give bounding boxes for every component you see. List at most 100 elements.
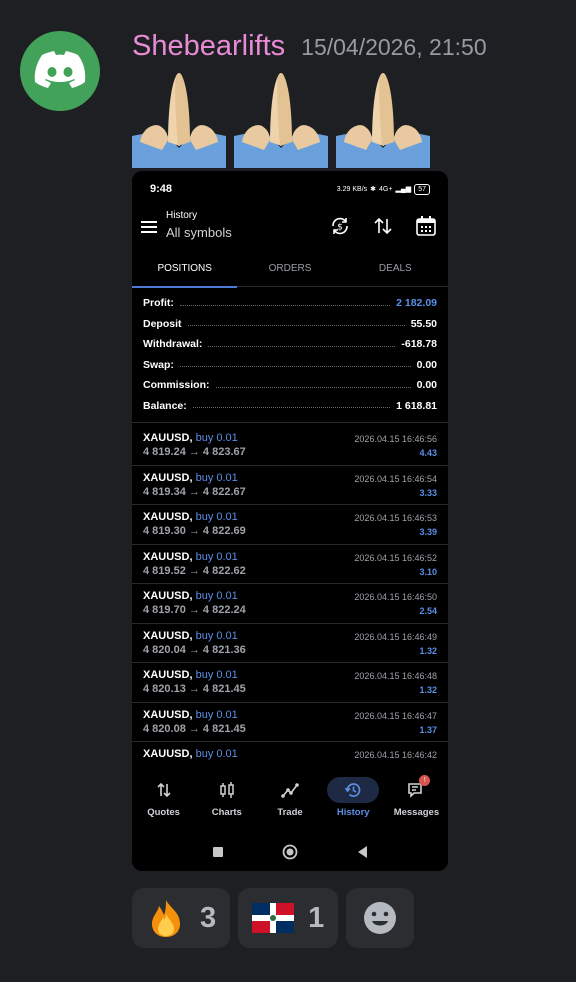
- add-reaction-button[interactable]: [346, 888, 415, 948]
- deal-time: 2026.04.15 16:46:50: [354, 592, 437, 602]
- summary-value: 1 618.81: [396, 399, 437, 412]
- deal-symbol: XAUUSD,: [143, 471, 193, 484]
- symbol-filter[interactable]: All symbols: [166, 225, 232, 240]
- nav-charts[interactable]: Charts: [195, 767, 258, 829]
- history-icon: [345, 783, 361, 797]
- summary-label: Commission:: [143, 379, 210, 392]
- nav-history[interactable]: History: [322, 767, 385, 829]
- tab-deals[interactable]: DEALS: [343, 255, 448, 286]
- deal-prices: 4 819.70 → 4 822.24: [143, 604, 246, 616]
- dot-leader: [192, 407, 391, 409]
- deal-type: buy 0.01: [195, 511, 238, 523]
- reactions-bar: 3 1: [132, 888, 415, 948]
- trade-icon: [281, 783, 299, 798]
- deal-header: XAUUSD, buy 0.01: [143, 511, 238, 523]
- deal-row[interactable]: XAUUSD, buy 0.01 4 820.08 → 4 821.45 202…: [132, 703, 448, 742]
- deal-row[interactable]: XAUUSD, buy 0.01 4 819.70 → 4 822.24 202…: [132, 584, 448, 624]
- nav-label: History: [336, 807, 370, 818]
- reaction-dominican-flag[interactable]: 1: [238, 888, 339, 948]
- deal-time: 2026.04.15 16:46:52: [354, 552, 437, 563]
- smiley-add-reaction-icon: [364, 902, 397, 934]
- deal-type: buy 0.01: [195, 708, 238, 721]
- pray-emoji-icon: [336, 73, 430, 168]
- calendar-icon[interactable]: [415, 215, 437, 237]
- nav-trade[interactable]: Trade: [258, 767, 321, 829]
- deal-profit: 3.10: [419, 566, 437, 577]
- summary-value: 2 182.09: [396, 297, 437, 310]
- message-header: Shebearlifts 15/04/2026, 21:50: [132, 30, 487, 63]
- summary-row-swap: Swap: 0.00: [143, 355, 437, 376]
- deal-profit: 3.39: [419, 527, 437, 537]
- deal-row[interactable]: XAUUSD, buy 0.01 4 819.52 → 4 822.62 202…: [132, 545, 448, 584]
- deal-header: XAUUSD, buy 0.01: [143, 590, 238, 602]
- quotes-icon: [157, 782, 171, 798]
- deal-symbol: XAUUSD,: [143, 590, 193, 602]
- deal-row[interactable]: XAUUSD, buy 0.01 4 819.24 → 4 823.67 202…: [132, 426, 448, 466]
- nav-label: Quotes: [147, 807, 180, 818]
- summary-label: Balance:: [143, 399, 187, 412]
- image-attachment[interactable]: 9:48 3.29 KB/s ✱ 4G+ ▂▄▆ 57 History All …: [132, 171, 448, 871]
- menu-icon[interactable]: [141, 220, 157, 234]
- signal-icon: ▂▄▆: [395, 186, 412, 193]
- deal-profit: 3.33: [419, 487, 437, 498]
- summary-row-commission: Commission: 0.00: [143, 375, 437, 396]
- sort-icon[interactable]: [372, 215, 394, 237]
- deal-symbol: XAUUSD,: [143, 748, 193, 760]
- bluetooth-icon: ✱: [370, 186, 377, 193]
- deal-row[interactable]: XAUUSD, buy 0.01 4 819.34 → 4 822.67 202…: [132, 466, 448, 505]
- tab-orders[interactable]: ORDERS: [237, 255, 342, 286]
- status-icons: 3.29 KB/s ✱ 4G+ ▂▄▆ 57: [336, 183, 430, 195]
- deal-header: XAUUSD, buy 0.01: [143, 630, 238, 642]
- nav-quotes[interactable]: Quotes: [132, 767, 195, 829]
- deal-profit: 2.54: [419, 606, 437, 616]
- deal-time: 2026.04.15 16:46:42: [354, 750, 437, 760]
- summary-label: Profit:: [143, 297, 174, 310]
- reaction-fire[interactable]: 3: [132, 888, 231, 948]
- deal-header: XAUUSD, buy 0.01: [143, 472, 238, 484]
- deal-symbol: XAUUSD,: [143, 629, 193, 642]
- back-icon[interactable]: [356, 845, 368, 859]
- nav-label: Messages: [393, 807, 440, 818]
- bottom-navigation: Quotes Charts Trade History ! Messages: [132, 767, 448, 829]
- summary-row-deposit: Deposit 55.50: [143, 314, 437, 335]
- emoji-row: [132, 68, 430, 168]
- summary-value: 55.50: [410, 317, 437, 330]
- deal-profit: 1.32: [419, 645, 437, 656]
- deal-symbol: XAUUSD,: [143, 550, 193, 563]
- deal-header: XAUUSD, buy 0.01: [143, 709, 238, 721]
- network-speed: 3.29 KB/s: [336, 185, 368, 193]
- summary-value: 0.00: [416, 358, 437, 371]
- user-avatar[interactable]: [20, 31, 100, 111]
- recents-icon[interactable]: [212, 846, 224, 858]
- nav-label: Trade: [277, 807, 303, 818]
- pray-emoji-icon: [132, 73, 226, 168]
- nav-messages[interactable]: ! Messages: [385, 767, 448, 829]
- deal-row[interactable]: XAUUSD, buy 0.01 4 820.13 → 4 821.45 202…: [132, 663, 448, 703]
- deal-time: 2026.04.15 16:46:49: [354, 631, 437, 642]
- home-icon[interactable]: [282, 844, 298, 860]
- history-tabs: POSITIONS ORDERS DEALS: [132, 255, 448, 288]
- dot-leader: [215, 386, 411, 388]
- deal-type: buy 0.01: [195, 550, 238, 563]
- dominican-republic-flag-icon: [252, 903, 295, 933]
- tab-positions[interactable]: POSITIONS: [132, 255, 238, 288]
- deal-type: buy 0.01: [195, 669, 238, 681]
- deal-prices: 4 819.30 → 4 822.69: [143, 525, 246, 537]
- deal-time: 2026.04.15 16:46:47: [354, 710, 437, 721]
- refresh-currency-icon[interactable]: $: [329, 215, 351, 237]
- deal-type: buy 0.01: [195, 748, 238, 760]
- deal-profit: 4.43: [419, 448, 437, 458]
- summary-value: -618.78: [401, 338, 437, 351]
- deal-symbol: XAUUSD,: [143, 708, 193, 721]
- deal-prices: 4 820.08 → 4 821.45: [143, 722, 246, 735]
- deal-symbol: XAUUSD,: [143, 432, 193, 444]
- deal-row[interactable]: XAUUSD, buy 0.01 4 819.30 → 4 822.69 202…: [132, 505, 448, 545]
- status-time: 9:48: [150, 183, 173, 195]
- deal-header: XAUUSD, buy 0.01: [143, 748, 238, 760]
- deal-type: buy 0.01: [195, 471, 238, 484]
- deal-time: 2026.04.15 16:46:56: [354, 434, 437, 444]
- deal-prices: 4 819.24 → 4 823.67: [143, 446, 246, 458]
- deal-row[interactable]: XAUUSD, buy 0.01 4 820.04 → 4 821.36 202…: [132, 624, 448, 663]
- fire-icon: [152, 900, 180, 937]
- username[interactable]: Shebearlifts: [132, 30, 285, 63]
